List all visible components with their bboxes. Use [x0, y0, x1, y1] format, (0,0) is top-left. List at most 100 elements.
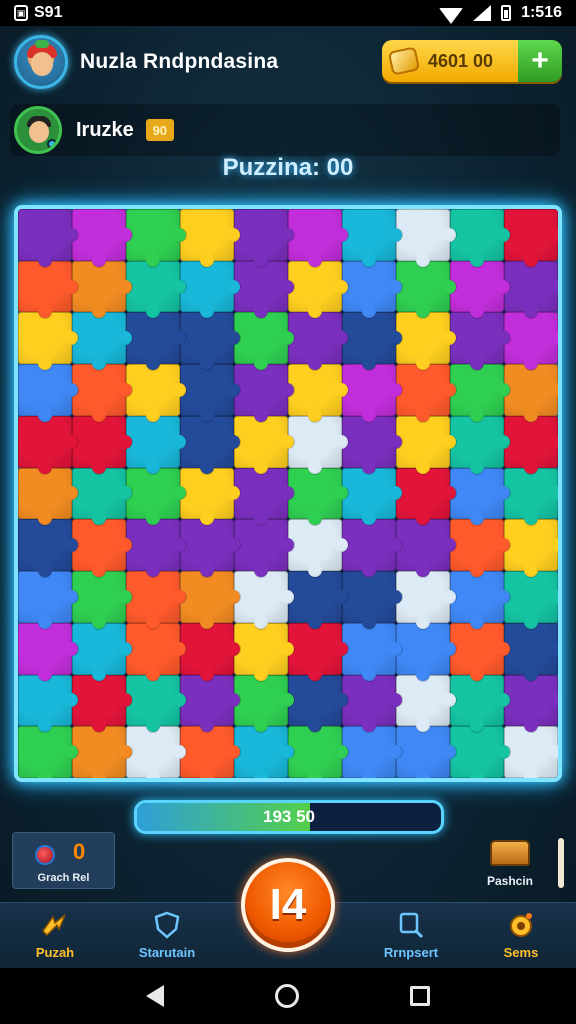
gem-card[interactable]: 0 Grach Rel	[12, 832, 115, 889]
nav-item-sems[interactable]: Sems	[466, 911, 576, 960]
puzzle-piece[interactable]	[234, 519, 294, 577]
puzzle-piece[interactable]	[180, 364, 240, 422]
puzzle-piece[interactable]	[288, 260, 348, 319]
puzzle-piece[interactable]	[180, 209, 240, 267]
puzzle-piece[interactable]	[72, 467, 132, 526]
puzzle-piece[interactable]	[342, 622, 402, 681]
puzzle-piece[interactable]	[396, 364, 456, 422]
puzzle-piece[interactable]	[126, 364, 186, 422]
puzzle-piece[interactable]	[72, 571, 132, 629]
puzzle-piece[interactable]	[234, 415, 294, 474]
puzzle-piece[interactable]	[126, 622, 186, 681]
puzzle-piece[interactable]	[18, 622, 78, 681]
puzzle-piece[interactable]	[288, 364, 348, 422]
puzzle-piece[interactable]	[396, 726, 456, 778]
puzzle-piece[interactable]	[504, 209, 558, 267]
puzzle-piece[interactable]	[288, 726, 348, 778]
puzzle-piece[interactable]	[126, 415, 186, 474]
chest-item[interactable]: Pashcin	[480, 840, 540, 890]
puzzle-piece[interactable]	[72, 519, 132, 577]
puzzle-piece[interactable]	[396, 519, 456, 577]
puzzle-piece[interactable]	[450, 467, 510, 526]
nav-item-rrnpsert[interactable]: Rrnpsert	[356, 911, 466, 960]
puzzle-piece[interactable]	[504, 467, 558, 526]
puzzle-piece[interactable]	[504, 364, 558, 422]
puzzle-piece[interactable]	[396, 312, 456, 370]
puzzle-piece[interactable]	[450, 622, 510, 681]
back-icon[interactable]	[145, 985, 164, 1007]
puzzle-piece[interactable]	[450, 726, 510, 778]
puzzle-piece[interactable]	[450, 571, 510, 629]
puzzle-piece[interactable]	[342, 260, 402, 319]
puzzle-piece[interactable]	[450, 415, 510, 474]
puzzle-piece[interactable]	[342, 312, 402, 370]
add-coins-button[interactable]: +	[518, 40, 562, 82]
puzzle-piece[interactable]	[288, 571, 348, 629]
puzzle-piece[interactable]	[72, 726, 132, 778]
puzzle-piece[interactable]	[126, 726, 186, 778]
puzzle-piece[interactable]	[288, 519, 348, 577]
puzzle-piece[interactable]	[288, 467, 348, 526]
puzzle-piece[interactable]	[18, 726, 78, 778]
puzzle-piece[interactable]	[342, 415, 402, 474]
puzzle-piece[interactable]	[342, 674, 402, 732]
puzzle-piece[interactable]	[342, 726, 402, 778]
puzzle-piece[interactable]	[234, 312, 294, 370]
puzzle-piece[interactable]	[180, 467, 240, 526]
puzzle-piece[interactable]	[342, 571, 402, 629]
puzzle-piece[interactable]	[504, 622, 558, 681]
puzzle-board[interactable]	[14, 205, 562, 782]
puzzle-piece[interactable]	[450, 364, 510, 422]
puzzle-piece[interactable]	[342, 209, 402, 267]
puzzle-piece[interactable]	[72, 415, 132, 474]
puzzle-piece[interactable]	[396, 209, 456, 267]
puzzle-piece[interactable]	[234, 726, 294, 778]
puzzle-piece[interactable]	[180, 312, 240, 370]
puzzle-piece[interactable]	[72, 209, 132, 267]
puzzle-piece[interactable]	[126, 674, 186, 732]
puzzle-piece[interactable]	[450, 312, 510, 370]
puzzle-piece[interactable]	[126, 571, 186, 629]
puzzle-piece[interactable]	[126, 519, 186, 577]
puzzle-piece[interactable]	[504, 312, 558, 370]
puzzle-piece[interactable]	[180, 622, 240, 681]
puzzle-piece[interactable]	[234, 209, 294, 267]
puzzle-piece[interactable]	[18, 519, 78, 577]
puzzle-piece[interactable]	[450, 674, 510, 732]
puzzle-piece[interactable]	[180, 674, 240, 732]
puzzle-piece[interactable]	[396, 467, 456, 526]
puzzle-piece[interactable]	[18, 415, 78, 474]
puzzle-piece[interactable]	[288, 622, 348, 681]
puzzle-piece[interactable]	[504, 415, 558, 474]
puzzle-piece[interactable]	[450, 260, 510, 319]
puzzle-piece[interactable]	[288, 415, 348, 474]
puzzle-piece[interactable]	[288, 209, 348, 267]
puzzle-piece[interactable]	[180, 726, 240, 778]
puzzle-piece[interactable]	[18, 467, 78, 526]
puzzle-piece[interactable]	[234, 674, 294, 732]
puzzle-piece[interactable]	[234, 571, 294, 629]
puzzle-grid[interactable]	[18, 209, 558, 778]
puzzle-piece[interactable]	[72, 674, 132, 732]
puzzle-piece[interactable]	[18, 312, 78, 370]
puzzle-piece[interactable]	[180, 415, 240, 474]
puzzle-piece[interactable]	[18, 209, 78, 267]
puzzle-piece[interactable]	[234, 364, 294, 422]
puzzle-piece[interactable]	[180, 571, 240, 629]
puzzle-piece[interactable]	[342, 519, 402, 577]
puzzle-piece[interactable]	[234, 260, 294, 319]
puzzle-piece[interactable]	[504, 519, 558, 577]
puzzle-piece[interactable]	[72, 312, 132, 370]
puzzle-piece[interactable]	[180, 519, 240, 577]
puzzle-piece[interactable]	[18, 674, 78, 732]
puzzle-piece[interactable]	[126, 467, 186, 526]
player-avatar[interactable]	[14, 35, 68, 89]
puzzle-piece[interactable]	[18, 571, 78, 629]
puzzle-piece[interactable]	[396, 415, 456, 474]
puzzle-piece[interactable]	[396, 674, 456, 732]
puzzle-piece[interactable]	[288, 674, 348, 732]
puzzle-piece[interactable]	[504, 260, 558, 319]
puzzle-piece[interactable]	[288, 312, 348, 370]
puzzle-piece[interactable]	[396, 260, 456, 319]
nav-item-starutain[interactable]: Starutain	[112, 911, 222, 960]
